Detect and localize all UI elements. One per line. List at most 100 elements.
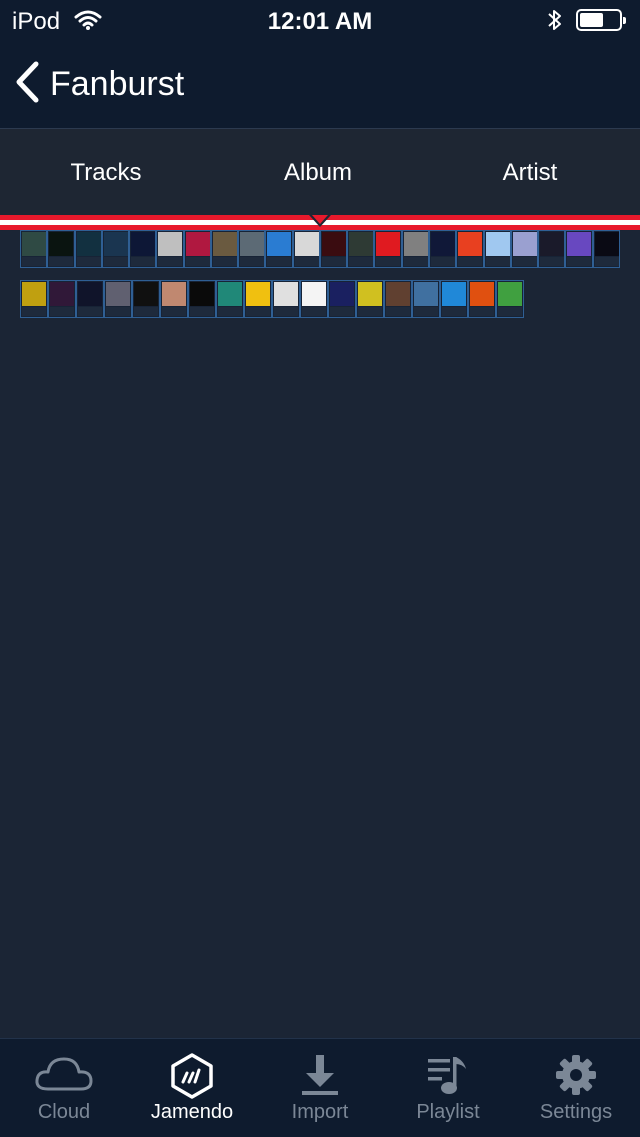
album-thumbnail[interactable]: [156, 230, 184, 268]
album-thumbnail[interactable]: [300, 280, 328, 318]
album-art: [49, 232, 74, 256]
album-caption: [267, 257, 292, 266]
album-thumbnail[interactable]: [129, 230, 157, 268]
album-caption: [430, 257, 455, 266]
album-thumbnail[interactable]: [319, 230, 348, 268]
album-caption: [131, 257, 156, 266]
tab-settings[interactable]: Settings: [512, 1039, 640, 1137]
album-art: [594, 232, 619, 256]
tab-import[interactable]: Import: [256, 1039, 384, 1137]
back-button[interactable]: Fanburst: [14, 60, 184, 109]
album-thumbnail[interactable]: [401, 230, 429, 268]
album-thumbnail[interactable]: [47, 230, 75, 268]
album-thumbnail[interactable]: [244, 280, 272, 318]
album-caption: [49, 257, 74, 266]
album-thumbnail[interactable]: [374, 230, 402, 268]
album-thumbnail[interactable]: [347, 230, 375, 268]
album-art: [512, 232, 537, 256]
album-thumbnail[interactable]: [328, 280, 356, 318]
album-caption: [134, 307, 158, 316]
album-row: [20, 280, 620, 318]
album-caption: [386, 307, 410, 316]
album-art: [22, 232, 46, 256]
album-art: [567, 232, 592, 256]
album-thumbnail[interactable]: [183, 230, 211, 268]
album-caption: [414, 307, 438, 316]
album-art: [131, 232, 156, 256]
album-art: [485, 232, 510, 256]
status-bar: iPod 12:01 AM: [0, 0, 640, 40]
album-caption: [76, 257, 101, 266]
album-thumbnail[interactable]: [538, 230, 566, 268]
album-art: [246, 282, 270, 306]
album-art: [358, 282, 382, 306]
tab-cloud[interactable]: Cloud: [0, 1039, 128, 1137]
album-caption: [485, 257, 510, 266]
album-thumbnail[interactable]: [132, 280, 160, 318]
album-art: [158, 232, 183, 256]
tab-artist[interactable]: Artist: [424, 129, 636, 215]
album-thumbnail[interactable]: [76, 280, 104, 318]
album-thumbnail[interactable]: [565, 230, 593, 268]
album-caption: [442, 307, 466, 316]
album-thumbnail[interactable]: [104, 280, 132, 318]
chevron-left-icon: [14, 60, 40, 109]
album-art: [218, 282, 242, 306]
album-thumbnail[interactable]: [238, 230, 266, 268]
album-thumbnail[interactable]: [292, 230, 320, 268]
album-thumbnail[interactable]: [483, 230, 511, 268]
tab-playlist[interactable]: Playlist: [384, 1039, 512, 1137]
album-art: [162, 282, 186, 306]
album-art: [22, 282, 46, 306]
album-thumbnail[interactable]: [510, 230, 539, 268]
download-icon: [256, 1053, 384, 1099]
album-art: [321, 232, 346, 256]
tab-cloud-label: Cloud: [37, 1101, 91, 1123]
album-thumbnail[interactable]: [20, 230, 48, 268]
album-thumbnail[interactable]: [456, 230, 484, 268]
album-thumbnail[interactable]: [48, 280, 76, 318]
album-caption: [358, 307, 382, 316]
album-thumbnail[interactable]: [384, 280, 412, 318]
album-art: [430, 232, 455, 256]
album-art: [134, 282, 158, 306]
tab-tracks[interactable]: Tracks: [0, 129, 212, 215]
album-art: [540, 232, 565, 256]
album-thumbnail[interactable]: [356, 280, 384, 318]
album-thumbnail[interactable]: [160, 280, 188, 318]
album-thumbnail[interactable]: [272, 280, 300, 318]
album-thumbnail[interactable]: [216, 280, 244, 318]
tab-album[interactable]: Album: [212, 129, 424, 215]
album-thumbnail[interactable]: [468, 280, 496, 318]
album-caption: [594, 257, 619, 266]
album-art: [302, 282, 326, 306]
album-art: [78, 282, 102, 306]
album-caption: [376, 257, 401, 266]
album-caption: [78, 307, 102, 316]
album-caption: [212, 257, 237, 266]
album-thumbnail[interactable]: [210, 230, 239, 268]
album-thumbnail[interactable]: [265, 230, 293, 268]
album-art: [103, 232, 128, 256]
album-caption: [274, 307, 298, 316]
album-thumbnail[interactable]: [496, 280, 524, 318]
tab-jamendo[interactable]: Jamendo: [128, 1039, 256, 1137]
album-caption: [498, 307, 522, 316]
album-thumbnail[interactable]: [428, 230, 457, 268]
album-thumbnail[interactable]: [74, 230, 102, 268]
album-caption: [106, 307, 130, 316]
album-art: [190, 282, 214, 306]
battery-icon: [576, 9, 626, 31]
album-thumbnail[interactable]: [440, 280, 468, 318]
playlist-icon: [384, 1053, 512, 1099]
album-thumbnail[interactable]: [188, 280, 216, 318]
album-caption: [403, 257, 428, 266]
album-caption: [470, 307, 494, 316]
album-row: [20, 230, 620, 268]
gear-icon: [512, 1053, 640, 1099]
album-thumbnail[interactable]: [592, 230, 620, 268]
album-caption: [190, 307, 214, 316]
album-thumbnail[interactable]: [20, 280, 48, 318]
album-thumbnail[interactable]: [412, 280, 440, 318]
album-thumbnail[interactable]: [101, 230, 130, 268]
